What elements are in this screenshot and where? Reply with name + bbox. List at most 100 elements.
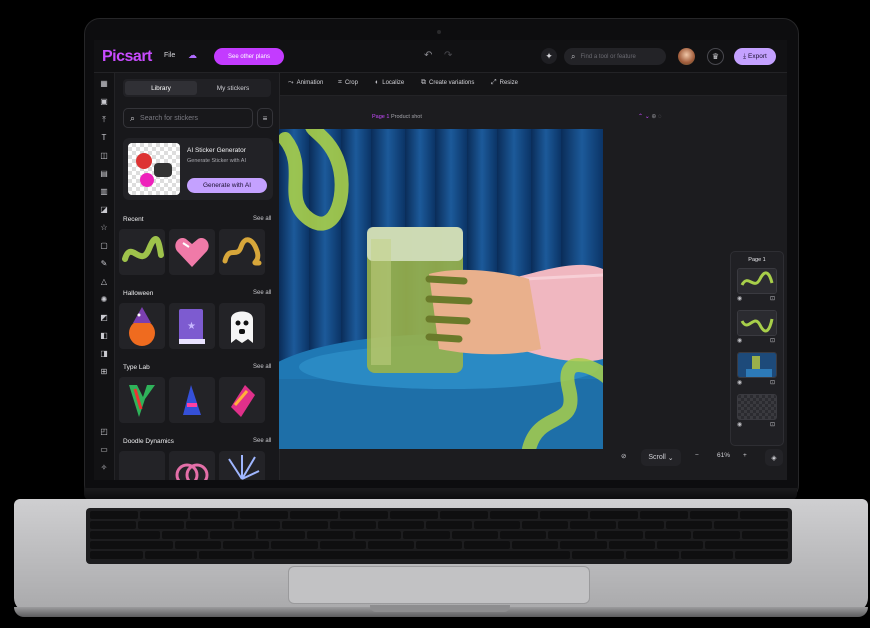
trackpad [288,566,590,604]
ai-assistant-icon[interactable]: ✦ [541,48,557,64]
scroll-mode-dropdown[interactable]: Scroll ⌄ [641,449,681,466]
layer-thumbnail[interactable] [737,310,777,336]
visibility-icon[interactable]: ◉ [737,421,742,428]
shapes-icon[interactable]: △ [99,277,109,287]
lock-icon[interactable]: ⊡ [770,421,775,428]
background-icon[interactable]: ▤ [99,169,109,179]
resize-icon: ⤢ [491,79,497,86]
sticker-item[interactable] [169,377,215,423]
see-all-recent-link[interactable]: See all [253,216,271,222]
search-icon: ⌕ [571,51,576,61]
tab-library[interactable]: Library [125,81,197,95]
sticker-item[interactable] [119,451,165,480]
visibility-icon[interactable]: ◉ [737,295,742,302]
redo-icon[interactable]: ↷ [444,50,452,61]
variations-icon: ⧉ [421,79,426,86]
draw-icon[interactable]: ✎ [99,259,109,269]
visibility-icon[interactable]: ◉ [737,379,742,386]
create-variations-button[interactable]: ⧉ Create variations [421,79,474,87]
app-3-icon[interactable]: ◨ [99,349,109,359]
layer-thumbnail[interactable] [737,268,777,294]
layer-thumbnail[interactable] [737,352,777,378]
sticker-search-input[interactable]: ⌕ Search for stickers [123,108,253,128]
comment-icon[interactable]: ◌ [658,114,662,120]
resize-button[interactable]: ⤢ Resize [491,79,518,87]
chevron-down-icon: ⌄ [667,454,674,462]
see-all-type-lab-link[interactable]: See all [253,364,271,370]
sticker-item[interactable] [219,451,265,480]
hide-icon[interactable]: ⊘ [621,452,626,460]
sticker-item[interactable] [119,229,165,275]
localize-button[interactable]: ◐ Localize [375,79,404,86]
brand-kit-icon[interactable]: ◰ [99,427,109,437]
app-2-icon[interactable]: ◧ [99,331,109,341]
animation-button[interactable]: ⤳ Animation [288,79,323,87]
undo-icon[interactable]: ↶ [424,50,432,61]
sticker-item[interactable] [169,229,215,275]
generate-with-ai-label: Generate with AI [202,182,252,189]
tool-search-input[interactable]: ⌕ Find a tool or feature [564,48,666,65]
add-page-icon[interactable]: ⊕ [651,114,656,120]
export-button[interactable]: ⤓ Export [734,48,776,65]
move-up-icon[interactable]: ⌃ [638,114,643,120]
page-label[interactable]: Page 1 Product shot [372,114,422,120]
generator-subtitle: Generate Sticker with AI [187,158,246,164]
cloud-sync-icon[interactable]: ☁ [188,50,197,61]
upgrade-icon[interactable]: ♛ [707,48,724,65]
laptop-scene: Picsart File ☁ See other plans ↶ ↷ ✦ ⌕ F… [0,0,870,628]
generator-title: AI Sticker Generator [187,147,246,154]
section-title-doodle-dynamics: Doodle Dynamics [123,438,174,445]
product-photo[interactable] [279,129,603,449]
elements-icon[interactable]: ◫ [99,151,109,161]
lock-icon[interactable]: ⊡ [770,337,775,344]
app-1-icon[interactable]: ◩ [99,313,109,323]
apps-icon[interactable]: ✧ [99,463,109,473]
templates-icon[interactable]: ▦ [99,79,109,89]
sticker-item[interactable] [169,451,215,480]
visibility-icon[interactable]: ◉ [737,337,742,344]
resize-label: Resize [499,80,518,86]
zoom-level[interactable]: 61% [717,452,730,459]
folder-icon[interactable]: ▭ [99,445,109,455]
layer-controls: ◉ ⊡ [737,421,775,428]
layers-icon[interactable]: ◈ [765,449,783,466]
move-down-icon[interactable]: ⌄ [645,114,650,120]
sticker-search-placeholder: Search for stickers [140,114,199,122]
tab-my-stickers[interactable]: My stickers [197,81,269,95]
page-controls: ⌃ ⌄ ⊕ ◌ [638,113,662,120]
ai-sticker-generator-card: AI Sticker Generator Generate Sticker wi… [123,138,273,200]
generator-preview-image [128,143,180,195]
effects-icon[interactable]: ✺ [99,295,109,305]
photos-icon[interactable]: ▣ [99,97,109,107]
app-4-icon[interactable]: ⊞ [99,367,109,377]
sticker-item[interactable] [119,303,165,349]
crop-button[interactable]: ⌗ Crop [338,79,358,87]
crop-label: Crop [344,80,358,86]
layout-icon[interactable]: ▥ [99,187,109,197]
sticker-item[interactable] [119,377,165,423]
file-menu[interactable]: File [164,52,175,59]
see-all-doodle-dynamics-link[interactable]: See all [253,438,271,444]
avatar[interactable] [678,48,695,65]
tool-search-placeholder: Find a tool or feature [580,53,636,60]
sticker-item[interactable] [219,377,265,423]
layer-thumbnail[interactable] [737,394,777,420]
section-title-type-lab: Type Lab [123,364,150,371]
stickers-icon[interactable]: ◪ [99,205,109,215]
see-other-plans-button[interactable]: See other plans [214,48,284,65]
favorites-icon[interactable]: ☆ [99,223,109,233]
see-all-halloween-link[interactable]: See all [253,290,271,296]
sticker-item[interactable] [219,229,265,275]
sticker-item[interactable]: ★ [169,303,215,349]
lock-icon[interactable]: ⊡ [770,295,775,302]
sticker-item[interactable] [219,303,265,349]
app-logo[interactable]: Picsart [102,48,152,66]
text-icon[interactable]: T [99,133,109,143]
upload-icon[interactable]: ⤒ [99,115,109,125]
filter-icon[interactable]: ≡ [257,108,273,128]
zoom-out-icon[interactable]: − [695,452,699,459]
zoom-in-icon[interactable]: + [743,452,747,459]
frames-icon[interactable]: ▢ [99,241,109,251]
generate-with-ai-button[interactable]: Generate with AI [187,178,267,193]
lock-icon[interactable]: ⊡ [770,379,775,386]
